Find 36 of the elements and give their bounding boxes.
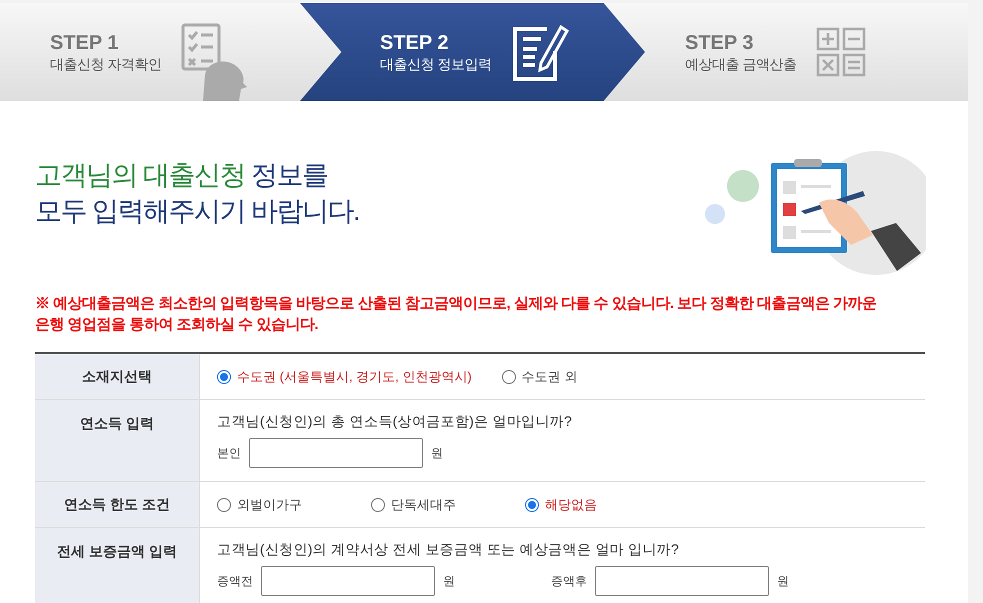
row-label: 소재지선택 xyxy=(35,354,200,399)
input-field[interactable] xyxy=(249,438,423,468)
notice-text: ※ 예상대출금액은 최소한의 입력항목을 바탕으로 산출된 참고금액이므로, 실제와 다를 수 있습니다. 보다 정확한 대출금액은 가까운 은행 영업점을 통하여 조회하실 수 있습니다. xyxy=(35,294,878,335)
radio-button[interactable] xyxy=(525,498,539,512)
radio-option[interactable]: 수도권 (서울특별시, 경기도, 인천광역시) xyxy=(217,366,472,386)
question-text: 고객님(신청인)의 계약서상 전세 보증금액 또는 예상금액은 얼마 입니까? xyxy=(217,540,680,559)
heading-highlight: 고객님의 대출신청 xyxy=(35,160,246,190)
step-label: 대출신청 자격확인 xyxy=(50,55,162,73)
calculator-icon xyxy=(816,27,866,77)
row-label: 전세 보증금액 입력 xyxy=(35,528,200,603)
step-number: STEP 1 xyxy=(50,31,120,55)
input-field[interactable] xyxy=(595,566,769,596)
heading-line: 모두 입력해주시기 바랍니다. xyxy=(35,195,360,228)
unit-label: 원 xyxy=(431,445,443,462)
step-number: STEP 3 xyxy=(685,31,755,55)
radio-button[interactable] xyxy=(371,498,385,512)
input-field[interactable] xyxy=(261,566,435,596)
row-label: 연소득 입력 xyxy=(35,400,200,481)
field-label: 증액전 xyxy=(217,573,253,590)
field-label: 본인 xyxy=(217,445,241,462)
radio-button[interactable] xyxy=(217,370,231,384)
unit-label: 원 xyxy=(777,573,789,590)
step-label: 예상대출 금액산출 xyxy=(685,55,796,73)
question-text: 고객님(신청인)의 총 연소득(상여금포함)은 얼마입니까? xyxy=(217,412,574,431)
radio-button[interactable] xyxy=(217,498,231,512)
field-label: 증액후 xyxy=(551,573,587,590)
row-label: 연소득 한도 조건 xyxy=(35,482,200,527)
step-label: 대출신청 정보입력 xyxy=(380,55,492,73)
step-number: STEP 2 xyxy=(380,31,450,55)
radio-option[interactable]: 단독세대주 xyxy=(371,494,525,514)
radio-option[interactable]: 수도권 외 xyxy=(502,366,578,386)
radio-option[interactable]: 해당없음 xyxy=(525,494,679,514)
radio-button[interactable] xyxy=(502,370,516,384)
radio-option[interactable]: 외벌이가구 xyxy=(217,494,371,514)
unit-label: 원 xyxy=(443,573,455,590)
heading-text: 정보를 xyxy=(250,160,328,190)
